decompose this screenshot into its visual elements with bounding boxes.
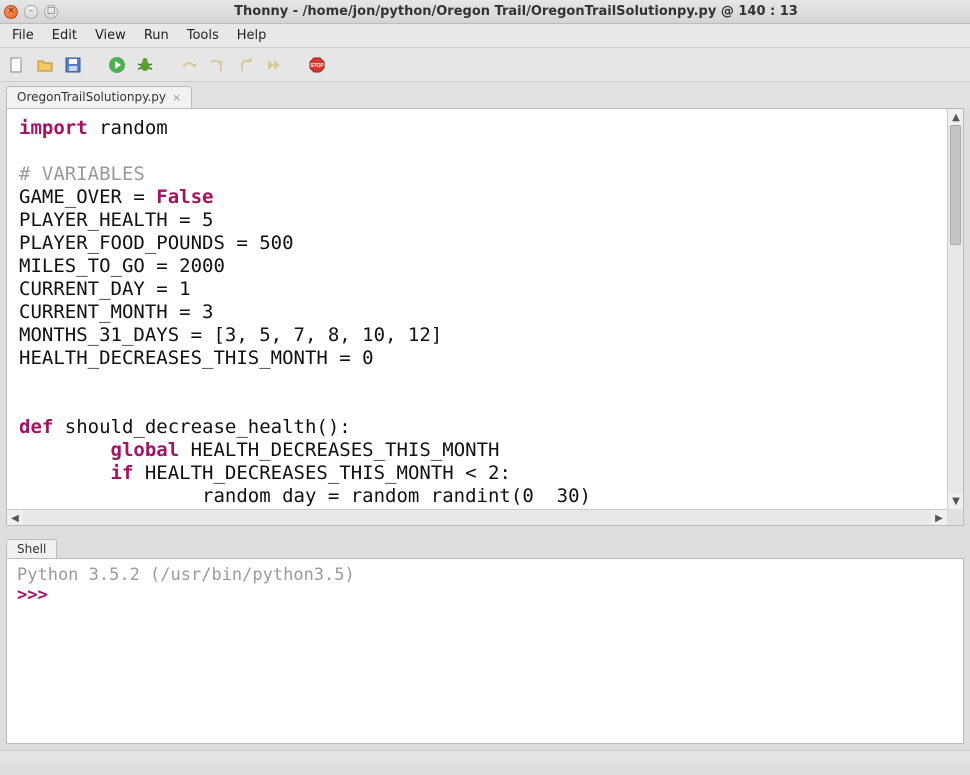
keyword-def: def <box>19 416 53 438</box>
code-text: MONTHS_31_DAYS = [3, 5, 7, 8, 10, 12] <box>19 324 442 346</box>
save-file-button[interactable] <box>62 54 84 76</box>
window-title: Thonny - /home/jon/python/Oregon Trail/O… <box>66 4 966 19</box>
code-text: PLAYER_FOOD_POUNDS = 500 <box>19 232 294 254</box>
code-text: random day = random randint(0 30) <box>19 485 591 507</box>
statusbar <box>0 750 970 762</box>
step-into-icon <box>208 56 226 74</box>
scroll-down-icon[interactable]: ▼ <box>948 493 963 509</box>
stop-button[interactable]: STOP <box>306 54 328 76</box>
keyword-false: False <box>156 186 213 208</box>
keyword-if: if <box>111 462 134 484</box>
editor-vertical-scrollbar[interactable]: ▲ ▼ <box>947 109 963 509</box>
editor-viewport[interactable]: import random # VARIABLES GAME_OVER = Fa… <box>7 109 963 525</box>
scroll-right-icon[interactable]: ▶ <box>931 510 947 525</box>
editor-tabstrip: OregonTrailSolutionpy.py × <box>0 82 970 108</box>
code-text: HEALTH_DECREASES_THIS_MONTH = 0 <box>19 347 374 369</box>
editor-tab-label: OregonTrailSolutionpy.py <box>17 90 166 104</box>
comment: # VARIABLES <box>19 163 145 185</box>
code-text: HEALTH_DECREASES_THIS_MONTH < 2: <box>133 462 511 484</box>
resume-icon <box>264 56 282 74</box>
code-text: MILES_TO_GO = 2000 <box>19 255 225 277</box>
keyword-import: import <box>19 117 88 139</box>
minimize-window-button[interactable]: – <box>24 5 38 19</box>
save-file-icon <box>64 56 82 74</box>
step-over-button[interactable] <box>178 54 200 76</box>
shell-banner: Python 3.5.2 (/usr/bin/python3.5) <box>17 565 953 585</box>
code-text: CURRENT_MONTH = 3 <box>19 301 213 323</box>
shell-panel[interactable]: Python 3.5.2 (/usr/bin/python3.5) >>> <box>6 558 964 744</box>
shell-section: Shell Python 3.5.2 (/usr/bin/python3.5) … <box>6 536 964 744</box>
run-icon <box>108 56 126 74</box>
code-text: PLAYER_HEALTH = 5 <box>19 209 213 231</box>
menu-help[interactable]: Help <box>229 26 275 45</box>
menu-edit[interactable]: Edit <box>44 26 85 45</box>
code-text: CURRENT_DAY = 1 <box>19 278 191 300</box>
editor-tab[interactable]: OregonTrailSolutionpy.py × <box>6 86 192 108</box>
editor-horizontal-scrollbar[interactable]: ◀ ▶ <box>7 509 947 525</box>
shell-tab-label: Shell <box>17 542 46 556</box>
new-file-icon <box>8 56 26 74</box>
code-text: random <box>88 117 168 139</box>
menu-tools[interactable]: Tools <box>179 26 227 45</box>
scroll-up-icon[interactable]: ▲ <box>948 109 963 125</box>
scrollbar-track[interactable] <box>948 125 963 493</box>
toolbar: STOP <box>0 48 970 82</box>
debug-button[interactable] <box>134 54 156 76</box>
scrollbar-thumb[interactable] <box>950 125 961 245</box>
maximize-window-button[interactable]: ▢ <box>44 5 58 19</box>
code-text: HEALTH_DECREASES_THIS_MONTH <box>179 439 499 461</box>
code-text: should_decrease_health(): <box>53 416 350 438</box>
new-file-button[interactable] <box>6 54 28 76</box>
editor-panel: import random # VARIABLES GAME_OVER = Fa… <box>6 108 964 526</box>
open-file-icon <box>36 56 54 74</box>
stop-icon: STOP <box>308 56 326 74</box>
window-controls: × – ▢ <box>4 5 58 19</box>
scroll-left-icon[interactable]: ◀ <box>7 510 23 525</box>
step-over-icon <box>180 56 198 74</box>
menu-run[interactable]: Run <box>136 26 177 45</box>
close-tab-icon[interactable]: × <box>172 91 181 104</box>
code-text: GAME_OVER = <box>19 186 156 208</box>
shell-tab[interactable]: Shell <box>6 539 57 558</box>
menu-view[interactable]: View <box>87 26 134 45</box>
shell-prompt: >>> <box>17 585 48 605</box>
step-into-button[interactable] <box>206 54 228 76</box>
resume-button[interactable] <box>262 54 284 76</box>
code-indent <box>19 439 111 461</box>
svg-text:STOP: STOP <box>310 63 324 69</box>
keyword-global: global <box>111 439 180 461</box>
debug-icon <box>136 56 154 74</box>
run-button[interactable] <box>106 54 128 76</box>
shell-tabstrip: Shell <box>6 536 964 558</box>
close-window-button[interactable]: × <box>4 5 18 19</box>
code-content[interactable]: import random # VARIABLES GAME_OVER = Fa… <box>7 109 963 508</box>
menubar: File Edit View Run Tools Help <box>0 24 970 48</box>
open-file-button[interactable] <box>34 54 56 76</box>
window-titlebar: × – ▢ Thonny - /home/jon/python/Oregon T… <box>0 0 970 24</box>
menu-file[interactable]: File <box>4 26 42 45</box>
step-out-button[interactable] <box>234 54 256 76</box>
scrollbar-corner <box>947 509 963 525</box>
step-out-icon <box>236 56 254 74</box>
code-indent <box>19 462 111 484</box>
